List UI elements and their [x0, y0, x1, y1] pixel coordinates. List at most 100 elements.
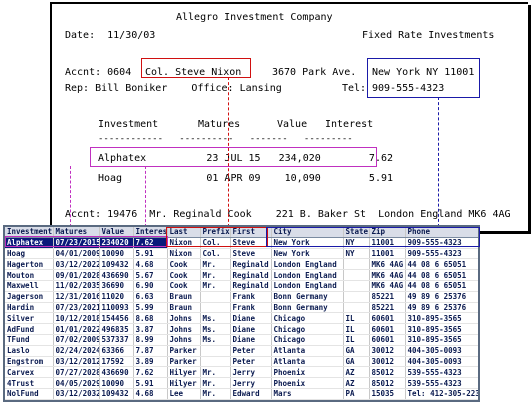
- table-cell[interactable]: Laslo: [5, 345, 54, 357]
- table-cell[interactable]: 537337: [99, 334, 134, 346]
- table-cell[interactable]: 5.99: [133, 302, 168, 314]
- table-cell[interactable]: New York: [271, 248, 344, 260]
- table-cell[interactable]: 3.89: [133, 356, 168, 368]
- table-cell[interactable]: IL: [343, 323, 370, 335]
- table-cell[interactable]: PA: [343, 399, 370, 400]
- table-row[interactable]: Maxwell 11/02/2035 36690 6.90 Cook Mr. Reginal…: [5, 280, 478, 292]
- table-cell[interactable]: 49 89 6 25376: [405, 291, 478, 303]
- table-cell[interactable]: [343, 258, 370, 271]
- table-cell[interactable]: 44 08 6 65051: [405, 258, 478, 271]
- table-cell[interactable]: Reginald: [230, 280, 272, 292]
- table-cell[interactable]: 07/23/2021: [53, 302, 100, 314]
- table-cell[interactable]: 436690: [99, 269, 134, 281]
- table-cell[interactable]: Nixon: [167, 248, 201, 260]
- table-cell[interactable]: 539-555-4323: [405, 366, 478, 379]
- table-cell[interactable]: 11/02/2035: [53, 280, 100, 292]
- table-row[interactable]: Hoag 04/01/2009 10090 5.91 Nixon Col. Steve New…: [5, 248, 478, 260]
- table-cell[interactable]: 8.99: [133, 334, 168, 346]
- table-cell[interactable]: Jerry: [230, 377, 272, 389]
- table-cell[interactable]: 496835: [99, 323, 134, 335]
- table-cell[interactable]: 6.90: [133, 280, 168, 292]
- table-cell[interactable]: [200, 356, 231, 368]
- table-cell[interactable]: 436690: [99, 366, 134, 379]
- table-cell[interactable]: Ms.: [200, 323, 231, 335]
- table-cell[interactable]: Mr.: [200, 258, 231, 271]
- table-cell[interactable]: [343, 280, 370, 292]
- table-cell[interactable]: 4.68: [133, 258, 168, 271]
- table-cell[interactable]: Mr.: [200, 280, 231, 292]
- table-cell[interactable]: 03/12/2022: [53, 258, 100, 271]
- table-cell[interactable]: IL: [343, 312, 370, 325]
- table-cell[interactable]: Johns: [167, 312, 201, 325]
- table-cell[interactable]: 11001: [369, 248, 406, 260]
- table-row[interactable]: Redlist09/01/20094366905.67LeeMr.EdwardM…: [5, 399, 478, 400]
- table-cell[interactable]: GA: [343, 345, 370, 357]
- table-cell[interactable]: Atlanta: [271, 356, 344, 368]
- table-row[interactable]: Silver 10/12/2018 154456 8.68 Johns Ms. Diane C…: [5, 312, 478, 325]
- table-cell[interactable]: 60601: [369, 334, 406, 346]
- table-cell[interactable]: 7.87: [133, 345, 168, 357]
- table-cell[interactable]: MK6 4AG: [369, 280, 406, 292]
- table-cell[interactable]: 07/27/2028: [53, 366, 100, 379]
- table-cell[interactable]: Edward: [230, 388, 272, 400]
- table-cell[interactable]: Reginald: [230, 269, 272, 281]
- table-cell[interactable]: Reginald: [230, 258, 272, 271]
- table-cell[interactable]: 6.63: [133, 291, 168, 303]
- table-cell[interactable]: Peter: [230, 345, 272, 357]
- table-cell[interactable]: Ms.: [200, 312, 231, 325]
- table-cell[interactable]: 404-305-0093: [405, 356, 478, 368]
- table-row[interactable]: Carvex 07/27/2028 436690 7.62 Hilyer Mr. Jerry…: [5, 366, 478, 379]
- table-cell[interactable]: 10/12/2018: [53, 312, 100, 325]
- table-cell[interactable]: AZ: [343, 366, 370, 379]
- table-row[interactable]: NolFund 03/12/2032 109432 4.68 Lee Mr. Edward M…: [5, 388, 478, 400]
- table-cell[interactable]: Cook: [167, 269, 201, 281]
- table-cell[interactable]: Mr.: [200, 269, 231, 281]
- table-cell[interactable]: 04/05/2029: [53, 377, 100, 389]
- table-cell[interactable]: IL: [343, 334, 370, 346]
- table-cell[interactable]: 85012: [369, 377, 406, 389]
- table-cell[interactable]: Engstrom: [5, 356, 54, 368]
- table-row[interactable]: Hardin 07/23/2021 110093 5.99 Braun Frank Bonn…: [5, 302, 478, 314]
- table-cell[interactable]: Mr.: [200, 377, 231, 389]
- table-cell[interactable]: 85012: [369, 366, 406, 379]
- table-cell[interactable]: 4.68: [133, 388, 168, 400]
- table-row[interactable]: Jagerson 12/31/2016 11020 6.63 Braun Frank Bon…: [5, 291, 478, 303]
- table-cell[interactable]: [200, 302, 231, 314]
- table-cell[interactable]: 49 89 6 25376: [405, 302, 478, 314]
- table-cell[interactable]: Diane: [230, 323, 272, 335]
- table-cell[interactable]: MK6 4AG: [369, 269, 406, 281]
- table-cell[interactable]: Mr.: [200, 366, 231, 379]
- table-cell[interactable]: Hagerton: [5, 258, 54, 271]
- table-cell[interactable]: 310-895-3565: [405, 323, 478, 335]
- table-cell[interactable]: 30012: [369, 345, 406, 357]
- table-cell[interactable]: 11020: [99, 291, 134, 303]
- table-cell[interactable]: 03/12/2012: [53, 356, 100, 368]
- table-cell[interactable]: 02/24/2024: [53, 345, 100, 357]
- table-cell[interactable]: 85221: [369, 302, 406, 314]
- table-cell[interactable]: Chicago: [271, 323, 344, 335]
- table-cell[interactable]: Mouton: [5, 269, 54, 281]
- table-cell[interactable]: Braun: [167, 302, 201, 314]
- table-cell[interactable]: 310-895-3565: [405, 334, 478, 346]
- table-cell[interactable]: Maxwell: [5, 280, 54, 292]
- table-row[interactable]: TFund 07/02/2009 537337 8.99 Johns Ms. Diane Ch…: [5, 334, 478, 346]
- table-cell[interactable]: 110093: [99, 302, 134, 314]
- table-cell[interactable]: 01/01/2022: [53, 323, 100, 335]
- table-cell[interactable]: Cook: [167, 280, 201, 292]
- table-cell[interactable]: 44 08 6 65051: [405, 269, 478, 281]
- table-cell[interactable]: London England: [271, 280, 344, 292]
- table-cell[interactable]: 10090: [99, 377, 134, 389]
- table-cell[interactable]: [343, 269, 370, 281]
- table-cell[interactable]: 63366: [99, 345, 134, 357]
- table-cell[interactable]: Braun: [167, 291, 201, 303]
- table-cell[interactable]: 12/31/2016: [53, 291, 100, 303]
- table-cell[interactable]: Bonn Germany: [271, 302, 344, 314]
- table-cell[interactable]: [200, 291, 231, 303]
- table-cell[interactable]: Phoenix: [271, 366, 344, 379]
- table-cell[interactable]: 36690: [99, 280, 134, 292]
- table-cell[interactable]: Parker: [167, 345, 201, 357]
- table-cell[interactable]: 539-555-4323: [405, 377, 478, 389]
- table-cell[interactable]: Chicago: [271, 334, 344, 346]
- table-cell[interactable]: Bonn Germany: [271, 291, 344, 303]
- table-cell[interactable]: Mr.: [200, 399, 231, 400]
